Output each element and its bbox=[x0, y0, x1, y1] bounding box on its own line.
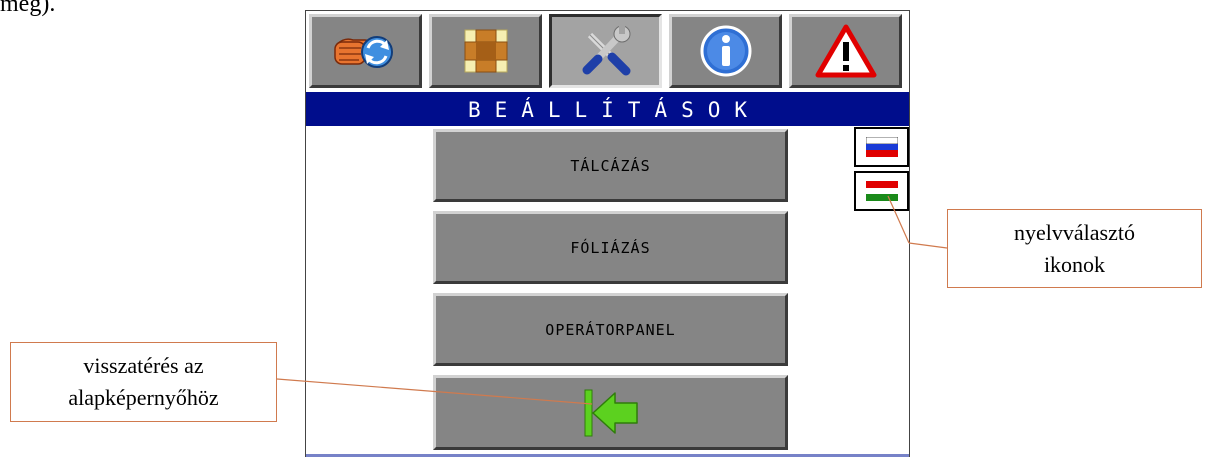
tab-box[interactable] bbox=[429, 14, 542, 88]
tab-tools[interactable] bbox=[549, 14, 662, 88]
tools-icon bbox=[582, 25, 630, 76]
back-arrow-icon bbox=[584, 389, 638, 436]
tab-cycle[interactable] bbox=[309, 14, 422, 88]
callout-text: nyelvválasztó bbox=[1014, 219, 1135, 245]
tab-warning[interactable] bbox=[789, 14, 902, 88]
language-russian-button[interactable] bbox=[854, 127, 909, 167]
callout-text: ikonok bbox=[1043, 251, 1106, 277]
back-button[interactable] bbox=[433, 375, 788, 450]
tab-info[interactable] bbox=[669, 14, 782, 88]
box-icon bbox=[464, 29, 507, 73]
language-hungarian-button[interactable] bbox=[854, 171, 909, 211]
operator-panel-button[interactable]: OPERÁTORPANEL bbox=[433, 293, 788, 366]
screen-title: BEÁLLÍTÁSOK bbox=[306, 92, 909, 126]
page-text-fragment: meg). bbox=[0, 0, 56, 17]
callout-text: alapképernyőhöz bbox=[68, 385, 219, 410]
hungarian-flag-icon bbox=[865, 181, 898, 201]
russian-flag-icon bbox=[865, 137, 898, 157]
tray-button[interactable]: TÁLCÁZÁS bbox=[433, 129, 788, 202]
warning-icon bbox=[815, 24, 876, 78]
hmi-settings-screen: BEÁLLÍTÁSOK TÁLCÁZÁS FÓLIÁZÁS OPERÁTORPA… bbox=[305, 10, 910, 457]
back-to-main-callout: visszatérés az alapképernyőhöz bbox=[10, 342, 277, 422]
cycle-hand-icon bbox=[333, 36, 393, 68]
callout-text: visszatérés az bbox=[83, 353, 204, 378]
tab-bar bbox=[306, 11, 909, 91]
foil-button[interactable]: FÓLIÁZÁS bbox=[433, 211, 788, 284]
language-icons-callout: nyelvválasztó ikonok bbox=[947, 209, 1202, 288]
info-icon bbox=[700, 25, 751, 77]
